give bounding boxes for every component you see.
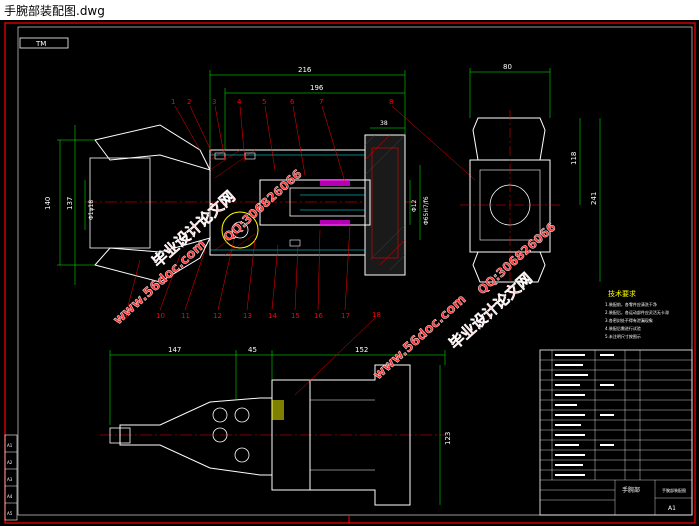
balloon-6: 6 bbox=[290, 98, 295, 106]
dim-side-width: 80 bbox=[503, 63, 512, 71]
tech-note-2: 2.装配后，各运动部件应灵活无卡滞 bbox=[605, 309, 669, 315]
balloon-7: 7 bbox=[319, 98, 323, 106]
dim-ri1: Φ12 bbox=[411, 199, 418, 212]
front-view bbox=[85, 124, 420, 283]
tech-note-4: 4.装配后需进行试验 bbox=[605, 325, 641, 331]
left-strip-cell-4: A5 bbox=[7, 511, 13, 516]
left-strip: A1 A2 A3 A4 A5 bbox=[4, 434, 18, 521]
title-block-scale: A1 bbox=[668, 505, 676, 512]
tech-note-5: 5.未注明尺寸按图示 bbox=[605, 333, 641, 339]
balloon-4: 4 bbox=[237, 98, 242, 106]
balloon-16: 16 bbox=[314, 312, 323, 320]
balloon-10: 10 bbox=[156, 312, 165, 320]
tech-notes: 技术要求 1.装配前，各零件应清洗干净 2.装配后，各运动部件应灵活无卡滞 3.… bbox=[605, 289, 669, 339]
window-title: 手腕部装配图.dwg bbox=[4, 4, 105, 18]
window-titlebar: 手腕部装配图.dwg bbox=[0, 0, 699, 20]
balloon-11: 11 bbox=[181, 312, 190, 320]
top-leaders bbox=[174, 105, 476, 183]
dim-bottom-d3: 152 bbox=[355, 346, 368, 354]
left-strip-cell-0: A1 bbox=[7, 443, 13, 448]
dim-mid: 196 bbox=[310, 84, 324, 92]
leader-18 bbox=[294, 317, 376, 396]
drawing-svg: TM A1 A2 A3 A4 A5 216 196 38 140 137 Φ1φ… bbox=[4, 22, 696, 524]
dim-overall: 216 bbox=[298, 66, 312, 74]
balloon-18: 18 bbox=[372, 311, 381, 319]
dim-left-height: 140 bbox=[44, 197, 52, 210]
title-block: 手腕部 手腕部装配图 A1 bbox=[539, 349, 693, 516]
balloon-3: 3 bbox=[212, 98, 216, 106]
balloon-13: 13 bbox=[243, 312, 252, 320]
title-block-name: 手腕部 bbox=[622, 486, 640, 494]
dim-bottom-height: 123 bbox=[444, 432, 452, 445]
left-strip-cell-1: A2 bbox=[7, 460, 13, 465]
tech-note-3: 3.各密封处不得有泄漏现象 bbox=[605, 317, 653, 323]
title-block-label: 手腕部装配图 bbox=[662, 487, 686, 493]
dim-inner-height: 137 bbox=[66, 197, 74, 210]
top-tag: TM bbox=[35, 40, 46, 48]
balloon-5: 5 bbox=[262, 98, 266, 106]
balloon-17: 17 bbox=[341, 312, 350, 320]
left-strip-cell-2: A3 bbox=[7, 477, 13, 482]
dim-small: 38 bbox=[380, 120, 388, 127]
dim-side-h2: 241 bbox=[590, 192, 598, 205]
outer-frame bbox=[4, 22, 696, 524]
cad-canvas[interactable]: TM A1 A2 A3 A4 A5 216 196 38 140 137 Φ1φ… bbox=[0, 20, 699, 526]
balloon-14: 14 bbox=[268, 312, 277, 320]
balloon-1: 1 bbox=[171, 98, 175, 106]
dim-bore: Φ1φ18 bbox=[88, 200, 95, 220]
tech-title: 技术要求 bbox=[608, 289, 636, 298]
dim-ri2: Φ65H7/f6 bbox=[423, 196, 430, 225]
balloon-2: 2 bbox=[187, 98, 191, 106]
tech-note-1: 1.装配前，各零件应清洗干净 bbox=[605, 301, 657, 307]
bottom-dims bbox=[109, 350, 446, 505]
dim-bottom-d1: 147 bbox=[168, 346, 181, 354]
bottom-view bbox=[100, 364, 445, 506]
balloon-15: 15 bbox=[291, 312, 300, 320]
dim-side-h1: 118 bbox=[570, 152, 578, 165]
dim-bottom-d2: 45 bbox=[248, 346, 257, 354]
left-strip-cell-3: A4 bbox=[7, 494, 13, 499]
balloon-12: 12 bbox=[213, 312, 222, 320]
balloon-8: 8 bbox=[389, 98, 393, 106]
